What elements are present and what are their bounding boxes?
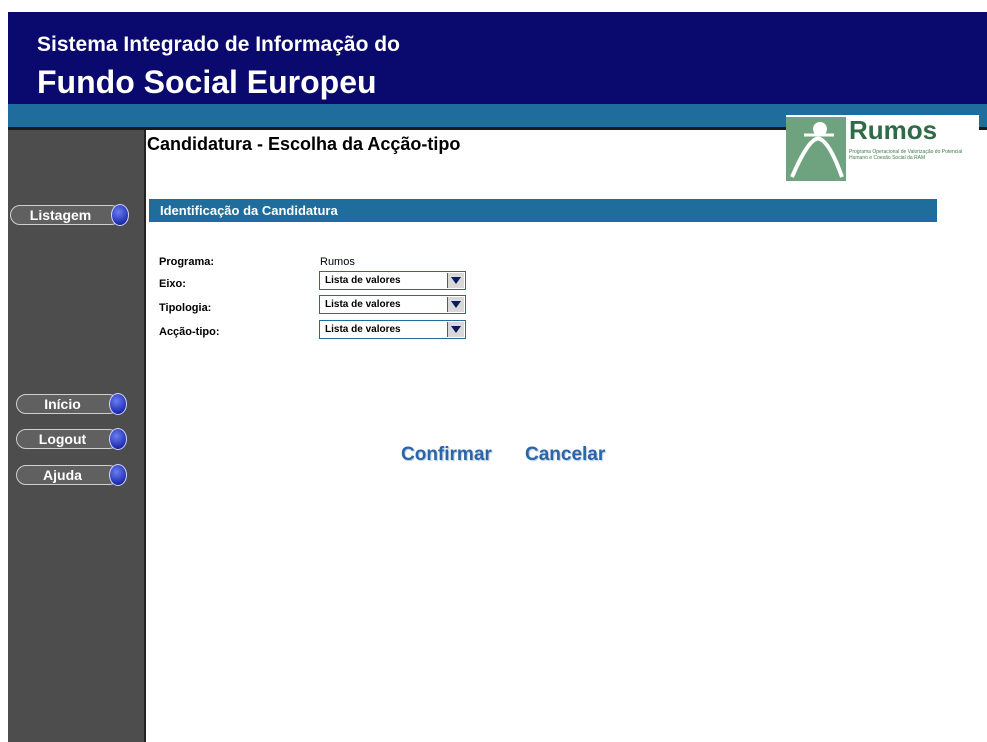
header-banner: Sistema Integrado de Informação do Fundo… xyxy=(8,12,987,104)
ajuda-dot-icon xyxy=(109,464,127,486)
accao-tipo-select-value: Lista de valores xyxy=(325,324,401,335)
ajuda-button[interactable]: Ajuda xyxy=(16,464,127,486)
rumos-logo: Rumos Programa Operacional de Valorizaçã… xyxy=(786,115,979,181)
rumos-logo-icon xyxy=(786,117,846,181)
programa-label: Programa: xyxy=(159,256,215,268)
accao-tipo-label: Acção-tipo: xyxy=(159,326,220,338)
logout-button[interactable]: Logout xyxy=(16,428,127,450)
inicio-button[interactable]: Início xyxy=(16,393,127,415)
accao-tipo-select[interactable]: Lista de valores xyxy=(319,320,466,339)
ajuda-button-label: Ajuda xyxy=(16,465,119,485)
page-title: Candidatura - Escolha da Acção-tipo xyxy=(147,134,461,154)
chevron-down-icon[interactable] xyxy=(447,273,464,288)
header-title-line2: Fundo Social Europeu xyxy=(37,64,377,100)
logout-button-label: Logout xyxy=(16,429,119,449)
programa-value: Rumos xyxy=(320,256,355,268)
listagem-button[interactable]: Listagem xyxy=(10,204,129,226)
listagem-dot-icon xyxy=(111,204,129,226)
inicio-button-label: Início xyxy=(16,394,119,414)
confirmar-button[interactable]: Confirmar xyxy=(401,444,492,466)
inicio-dot-icon xyxy=(109,393,127,415)
tipologia-select[interactable]: Lista de valores xyxy=(319,295,466,314)
eixo-select[interactable]: Lista de valores xyxy=(319,271,466,290)
logout-dot-icon xyxy=(109,428,127,450)
rumos-logo-subtitle: Programa Operacional de Valorização do P… xyxy=(849,149,963,161)
chevron-down-icon[interactable] xyxy=(447,322,464,337)
section-title-bar: Identificação da Candidatura xyxy=(149,199,937,222)
eixo-select-value: Lista de valores xyxy=(325,275,401,286)
listagem-button-label: Listagem xyxy=(10,205,121,225)
cancelar-button[interactable]: Cancelar xyxy=(525,444,605,466)
header-title-line1: Sistema Integrado de Informação do xyxy=(37,33,400,56)
eixo-label: Eixo: xyxy=(159,278,186,290)
rumos-logo-name: Rumos xyxy=(849,115,938,145)
chevron-down-icon[interactable] xyxy=(447,297,464,312)
tipologia-select-value: Lista de valores xyxy=(325,299,401,310)
tipologia-label: Tipologia: xyxy=(159,302,212,314)
